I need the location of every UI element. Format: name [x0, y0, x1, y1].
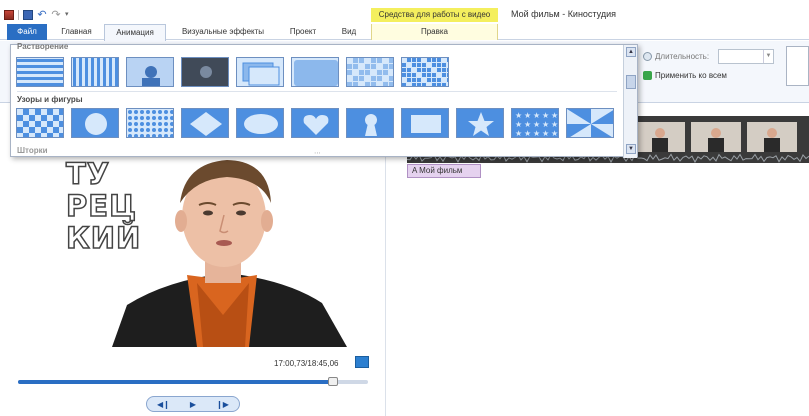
transition-star[interactable]	[456, 108, 504, 138]
transition-stars-grid[interactable]: ★ ★ ★ ★ ★ ★ ★ ★ ★ ★ ★ ★ ★ ★ ★	[511, 108, 559, 138]
play-icon[interactable]: ▶	[190, 400, 196, 409]
transition-checkerboard[interactable]	[16, 108, 64, 138]
clock-icon	[643, 52, 652, 61]
scroll-down-icon[interactable]: ▼	[626, 144, 636, 154]
filmstrip-frame	[747, 122, 797, 152]
chevron-down-icon[interactable]: ▼	[763, 50, 773, 63]
apply-to-all-button[interactable]: Применить ко всем	[643, 71, 727, 80]
seek-bar-thumb[interactable]	[328, 377, 338, 386]
tab-file[interactable]: Файл	[7, 24, 47, 40]
tab-edit[interactable]: Правка	[371, 24, 498, 40]
app-menu-icon[interactable]	[4, 10, 14, 20]
filmstrip-frame	[691, 122, 741, 152]
transition-vertical-bars[interactable]	[71, 57, 119, 87]
seek-bar[interactable]	[18, 377, 368, 386]
svg-text:★: ★	[533, 129, 540, 138]
svg-text:★: ★	[542, 120, 549, 129]
transitions-gallery: Растворение Узоры и фигуры ★ ★ ★ ★ ★ ★ ★ ★ ★ ★ ★ ★ ★…	[10, 42, 638, 158]
previous-frame-icon[interactable]: ◀❙	[157, 400, 170, 409]
tab-view[interactable]: Вид	[332, 24, 366, 40]
svg-text:★: ★	[551, 111, 558, 120]
duration-label-text: Длительность:	[655, 52, 710, 61]
ribbon-tabs: Файл Главная Анимация Визуальные эффекты…	[0, 24, 809, 41]
apply-to-all-label: Применить ко всем	[655, 71, 727, 80]
tab-visual-effects[interactable]: Визуальные эффекты	[173, 24, 273, 40]
redo-icon[interactable]: ↷	[51, 10, 61, 21]
transition-keyhole[interactable]	[346, 108, 394, 138]
caption-line: ТУ	[65, 157, 111, 191]
playback-controls: ◀❙ ▶ ❙▶	[146, 396, 240, 412]
save-icon[interactable]	[23, 10, 33, 20]
svg-text:★: ★	[524, 120, 531, 129]
duration-label: Длительность:	[643, 52, 709, 61]
svg-text:★: ★	[542, 111, 549, 120]
svg-text:★: ★	[515, 120, 522, 129]
quick-access-toolbar: ↶ ↷ ▾	[4, 8, 75, 22]
transition-horizontal-bars[interactable]	[16, 57, 64, 87]
svg-text:★: ★	[515, 129, 522, 138]
caption-line: РЕЦ	[65, 189, 137, 223]
svg-text:★: ★	[551, 129, 558, 138]
title-bar: ↶ ↷ ▾ Средства для работы с видео Мой фи…	[0, 0, 809, 24]
svg-text:★: ★	[533, 111, 540, 120]
next-frame-icon[interactable]: ❙▶	[216, 400, 229, 409]
transition-cross-fade[interactable]	[236, 57, 284, 87]
customize-dropdown-icon[interactable]: ▾	[65, 10, 75, 20]
qat-separator	[18, 10, 19, 20]
svg-text:★: ★	[524, 129, 531, 138]
duration-input[interactable]: ▼	[718, 49, 774, 64]
apply-all-icon	[643, 71, 652, 80]
transition-rectangle[interactable]	[401, 108, 449, 138]
transition-circle[interactable]	[71, 108, 119, 138]
transition-ellipse[interactable]	[236, 108, 284, 138]
transition-diamond[interactable]	[181, 108, 229, 138]
svg-text:★: ★	[515, 111, 522, 120]
transition-pixelate-soft[interactable]	[346, 57, 394, 87]
undo-icon[interactable]: ↶	[37, 10, 47, 21]
transition-pixelate[interactable]	[401, 57, 449, 87]
title-clip-icon: A	[412, 166, 417, 175]
transition-heart[interactable]	[291, 108, 339, 138]
svg-text:★: ★	[533, 120, 540, 129]
scroll-up-icon[interactable]: ▲	[626, 47, 636, 57]
filmstrip-frame	[635, 122, 685, 152]
gallery-section-wipes: Шторки	[17, 146, 48, 155]
transition-dissolve-fade[interactable]	[126, 57, 174, 87]
svg-text:★: ★	[542, 129, 549, 138]
gallery-scrollbar[interactable]: ▲ ▼	[623, 45, 637, 158]
fullscreen-icon[interactable]	[355, 356, 369, 368]
svg-text:★: ★	[524, 111, 531, 120]
movie-maker-window: ↶ ↷ ▾ Средства для работы с видео Мой фи…	[0, 0, 809, 416]
transition-dots-grid[interactable]	[126, 108, 174, 138]
ribbon-large-button[interactable]	[786, 46, 809, 86]
tab-project[interactable]: Проект	[283, 24, 323, 40]
tab-home[interactable]: Главная	[54, 24, 99, 40]
title-clip-label: Мой фильм	[419, 166, 463, 175]
gallery-section-patterns: Узоры и фигуры	[17, 95, 83, 104]
video-tools-context-header: Средства для работы с видео	[371, 8, 498, 22]
svg-text:★: ★	[551, 120, 558, 129]
caption-line: КИЙ	[65, 221, 142, 255]
gallery-resize-grip[interactable]: ⋯	[314, 149, 321, 157]
scroll-thumb[interactable]	[626, 75, 636, 89]
window-title: Мой фильм - Киностудия	[511, 9, 617, 19]
gallery-section-dissolve: Растворение	[17, 42, 69, 51]
tab-animation[interactable]: Анимация	[104, 24, 166, 41]
transition-pinwheel[interactable]	[566, 108, 614, 138]
timecode-readout: 17:00,73/18:45,06	[274, 359, 339, 368]
section-divider	[17, 91, 617, 92]
video-caption-overlay: ТУ РЕЦ КИЙ	[65, 157, 142, 255]
seek-bar-progress	[18, 380, 333, 384]
transition-blur[interactable]	[291, 57, 339, 87]
title-clip[interactable]: A Мой фильм	[407, 164, 481, 178]
transition-fade-dark[interactable]	[181, 57, 229, 87]
